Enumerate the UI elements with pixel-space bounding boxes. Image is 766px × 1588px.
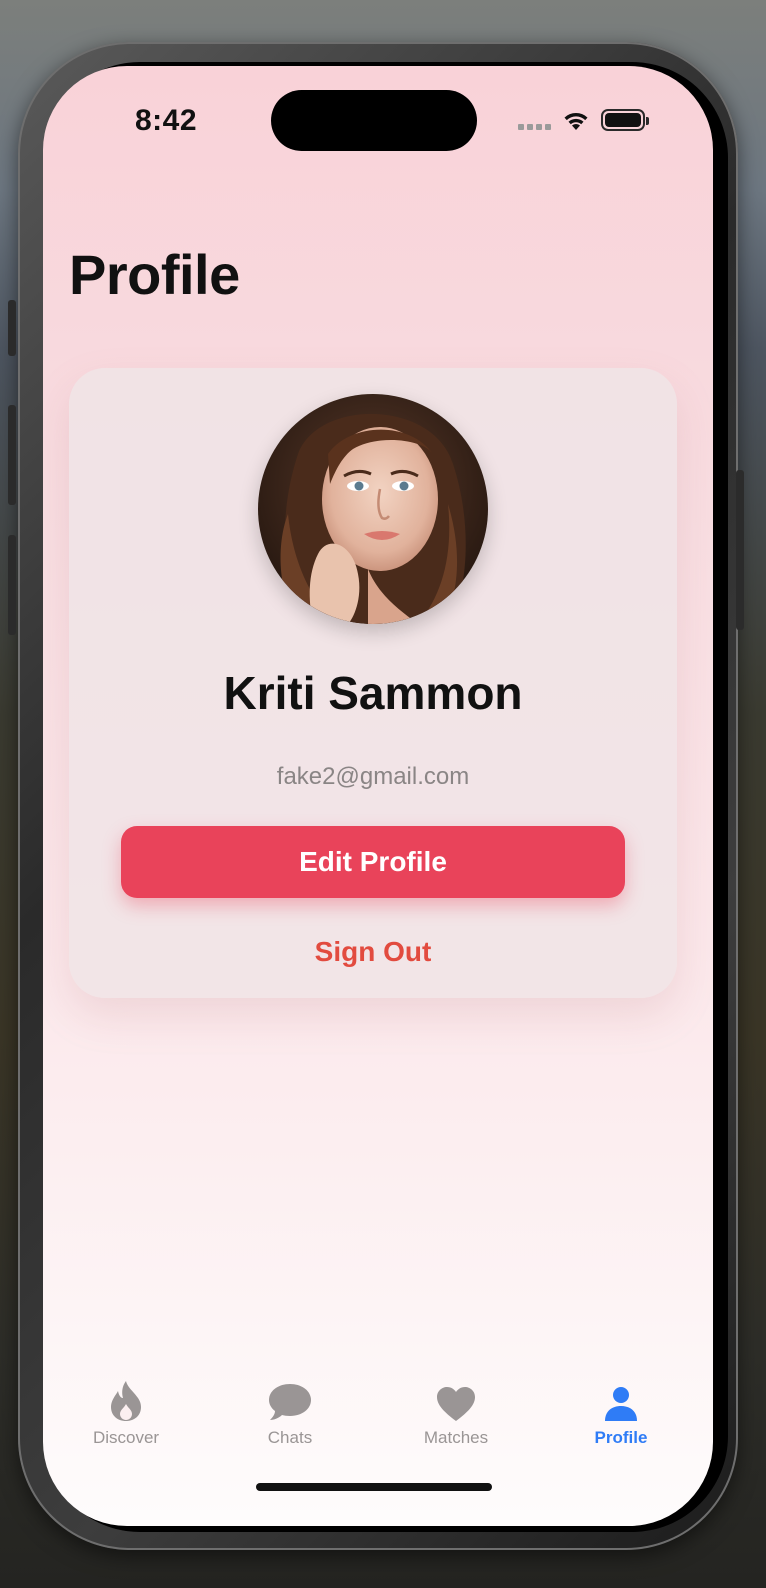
battery-icon <box>601 109 649 131</box>
tab-bar: Discover Chats Matches Profile <box>43 1376 713 1466</box>
power-button <box>736 470 744 630</box>
status-time: 8:42 <box>135 104 198 137</box>
tab-label-profile: Profile <box>594 1428 648 1447</box>
edit-profile-button[interactable]: Edit Profile <box>121 826 625 898</box>
app-screen: 8:42 Profile Kriti Sammon fake2@gmail.co… <box>43 66 713 1526</box>
profile-photo <box>258 394 488 624</box>
chat-bubble-icon <box>269 1384 311 1420</box>
profile-name: Kriti Sammon <box>223 667 523 719</box>
tab-label-discover: Discover <box>92 1428 160 1447</box>
page-title: Profile <box>69 243 240 306</box>
home-indicator[interactable] <box>256 1483 492 1491</box>
heart-icon <box>437 1387 475 1421</box>
tab-chats[interactable]: Chats <box>215 1376 365 1448</box>
tab-label-matches: Matches <box>423 1428 489 1447</box>
wifi-icon <box>564 112 588 130</box>
cellular-signal-icon <box>518 124 551 130</box>
dynamic-island <box>271 90 477 151</box>
flame-icon <box>111 1381 141 1421</box>
avatar[interactable] <box>258 394 488 624</box>
volume-up-button <box>8 405 16 505</box>
tab-matches[interactable]: Matches <box>381 1376 531 1448</box>
profile-email: fake2@gmail.com <box>276 763 470 790</box>
mute-switch <box>8 300 16 356</box>
sign-out-button[interactable]: Sign Out <box>69 936 677 968</box>
tab-profile[interactable]: Profile <box>546 1376 696 1448</box>
person-icon <box>605 1387 637 1421</box>
tab-label-chats: Chats <box>267 1428 313 1447</box>
tab-discover[interactable]: Discover <box>51 1376 201 1448</box>
profile-card: Kriti Sammon fake2@gmail.com Edit Profil… <box>69 368 677 998</box>
volume-down-button <box>8 535 16 635</box>
